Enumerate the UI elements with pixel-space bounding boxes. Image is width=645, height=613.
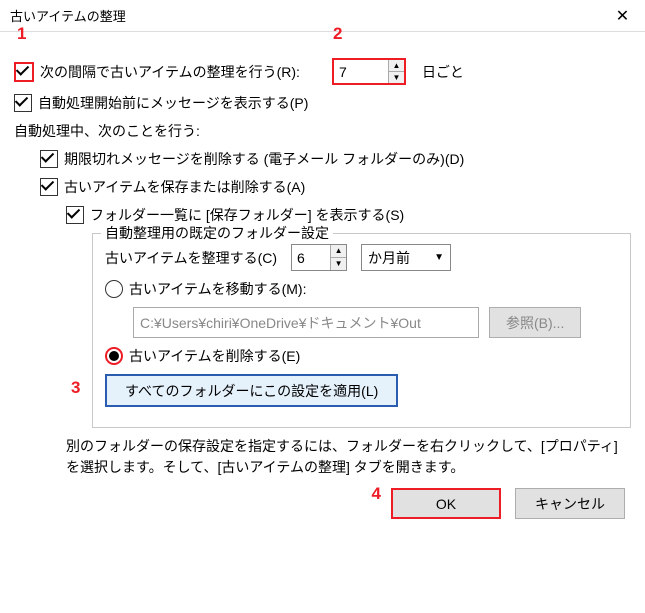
annotation-1: 1 [17,24,26,44]
move-items-row: 古いアイテムを移動する(M): [105,279,618,299]
clean-unit-value: か月前 [368,248,410,268]
annotation-2: 2 [333,24,342,44]
delete-old-items-radio[interactable] [105,347,123,365]
show-archive-folder-checkbox[interactable] [66,206,84,224]
cancel-button[interactable]: キャンセル [515,488,625,519]
clean-older-row: 古いアイテムを整理する(C) 6 ▲ ▼ か月前 ▼ [105,244,618,271]
run-autoarchive-label: 次の間隔で古いアイテムの整理を行う(R): [40,62,300,82]
prompt-before-label: 自動処理開始前にメッセージを表示する(P) [38,93,308,113]
group-legend: 自動整理用の既定のフォルダー設定 [101,223,333,243]
delete-expired-row: 期限切れメッセージを削除する (電子メール フォルダーのみ)(D) [14,149,631,169]
dialog-buttons: 4 OK キャンセル [14,488,631,519]
info-text: 別のフォルダーの保存設定を指定するには、フォルダーを右クリックして、[プロパティ… [66,436,631,478]
interval-days-value: 7 [334,60,388,83]
interval-days-input[interactable]: 7 ▲ ▼ [332,58,406,85]
dialog-content: 1 2 次の間隔で古いアイテムの整理を行う(R): 7 ▲ ▼ 日ごと 自動処理… [0,32,645,529]
archive-path-row: C:¥Users¥chiri¥OneDrive¥ドキュメント¥Out 参照(B)… [133,307,618,338]
archive-delete-label: 古いアイテムを保存または削除する(A) [64,177,305,197]
window-title: 古いアイテムの整理 [10,6,126,25]
spin-up-icon[interactable]: ▲ [389,60,404,72]
during-section-label: 自動処理中、次のことを行う: [14,121,631,141]
browse-button[interactable]: 参照(B)... [489,307,581,338]
annotation-4: 4 [372,484,381,504]
delete-items-row: 古いアイテムを削除する(E) [105,346,618,366]
clean-unit-combo[interactable]: か月前 ▼ [361,244,451,271]
close-button[interactable]: ✕ [600,0,645,32]
prompt-before-checkbox[interactable] [14,94,32,112]
show-archive-folder-label: フォルダー一覧に [保存フォルダー] を表示する(S) [90,205,404,225]
move-old-items-radio[interactable] [105,280,123,298]
apply-all-row: すべてのフォルダーにこの設定を適用(L) [105,374,618,407]
move-old-items-label: 古いアイテムを移動する(M): [129,279,306,299]
archive-delete-checkbox[interactable] [40,178,58,196]
annotation-3: 3 [71,378,80,398]
clean-older-label: 古いアイテムを整理する(C) [105,248,277,268]
archive-delete-row: 古いアイテムを保存または削除する(A) [14,177,631,197]
spin-down-icon[interactable]: ▼ [389,72,404,83]
delete-old-items-label: 古いアイテムを削除する(E) [129,346,300,366]
run-interval-row: 次の間隔で古いアイテムの整理を行う(R): 7 ▲ ▼ 日ごと [14,58,631,85]
default-folder-settings-group: 自動整理用の既定のフォルダー設定 古いアイテムを整理する(C) 6 ▲ ▼ か月… [92,233,631,428]
titlebar: 古いアイテムの整理 ✕ [0,0,645,32]
clean-months-value: 6 [292,245,330,270]
spin-up-icon[interactable]: ▲ [331,245,346,258]
clean-months-input[interactable]: 6 ▲ ▼ [291,244,347,271]
delete-expired-checkbox[interactable] [40,150,58,168]
show-folder-row: フォルダー一覧に [保存フォルダー] を表示する(S) [14,205,631,225]
apply-all-folders-button[interactable]: すべてのフォルダーにこの設定を適用(L) [105,374,398,407]
ok-button[interactable]: OK [391,488,501,519]
prompt-row: 自動処理開始前にメッセージを表示する(P) [14,93,631,113]
delete-expired-label: 期限切れメッセージを削除する (電子メール フォルダーのみ)(D) [64,149,464,169]
chevron-down-icon: ▼ [434,252,444,263]
archive-path-input[interactable]: C:¥Users¥chiri¥OneDrive¥ドキュメント¥Out [133,307,479,338]
interval-unit-label: 日ごと [422,62,464,82]
run-autoarchive-checkbox[interactable] [14,62,34,82]
spin-down-icon[interactable]: ▼ [331,258,346,270]
